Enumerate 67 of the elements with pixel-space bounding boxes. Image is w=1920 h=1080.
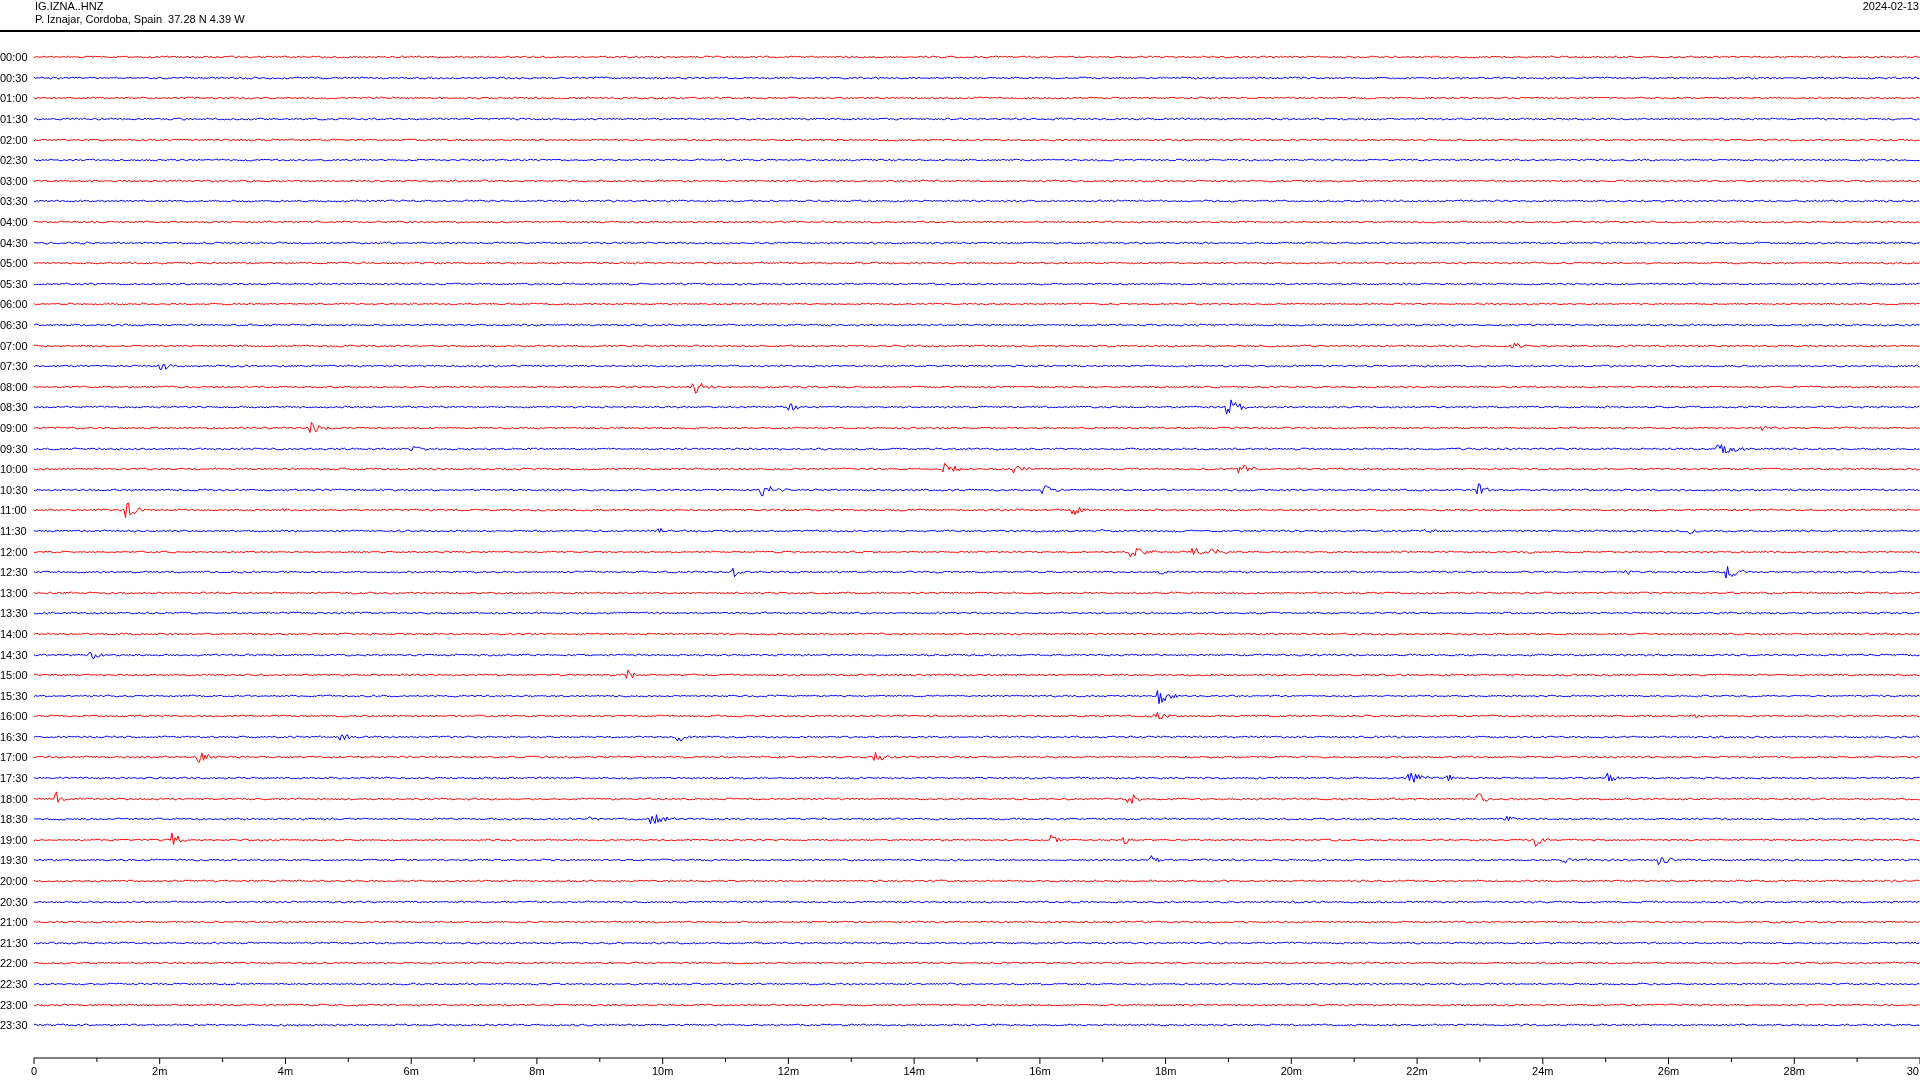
time-label: 19:30	[0, 854, 29, 867]
time-label: 02:30	[0, 154, 29, 167]
time-label: 06:00	[0, 298, 29, 311]
time-label: 00:30	[0, 71, 29, 84]
tick-label: 0	[31, 1064, 38, 1077]
time-label: 23:30	[0, 1019, 29, 1032]
time-label: 17:00	[0, 751, 29, 764]
time-label: 11:00	[0, 504, 28, 517]
time-label: 02:00	[0, 133, 29, 146]
time-label: 22:00	[0, 957, 29, 970]
time-label: 06:30	[0, 319, 29, 331]
time-label: 11:30	[0, 524, 28, 537]
time-label: 18:00	[0, 792, 29, 805]
time-label: 12:30	[0, 566, 29, 579]
time-label: 01:30	[0, 113, 29, 126]
time-label: 15:30	[0, 689, 29, 702]
time-label: 03:00	[0, 174, 29, 187]
time-label: 13:00	[0, 586, 29, 599]
time-label: 04:30	[0, 236, 29, 249]
time-label: 09:00	[0, 422, 29, 434]
station-location: P. Iznajar, Cordoba, Spain 37.28 N 4.39 W	[35, 13, 245, 26]
station-code: IG.IZNA..HNZ	[35, 0, 104, 13]
time-label: 05:30	[0, 277, 29, 290]
time-label: 10:00	[0, 463, 29, 476]
time-label: 16:30	[0, 730, 29, 743]
time-label: 08:00	[0, 380, 29, 393]
time-label: 16:00	[0, 710, 29, 723]
time-label: 12:00	[0, 545, 29, 558]
time-label: 07:30	[0, 360, 29, 373]
time-label: 03:30	[0, 195, 29, 208]
time-label: 15:00	[0, 669, 29, 682]
time-label: 23:00	[0, 998, 29, 1011]
tick-label: 18m	[1154, 1064, 1177, 1077]
tick-label: 14m	[903, 1064, 925, 1077]
tick-label: 4m	[277, 1064, 294, 1077]
time-label: 07:00	[0, 339, 29, 352]
time-label: 14:30	[0, 648, 29, 661]
time-label: 13:30	[0, 607, 29, 620]
time-label: 10:30	[0, 483, 29, 496]
time-label: 08:30	[0, 401, 29, 414]
time-label: 05:00	[0, 257, 29, 270]
tick-label: 20m	[1280, 1064, 1303, 1077]
time-label: 04:00	[0, 216, 29, 229]
tick-label: 16m	[1029, 1064, 1051, 1077]
tick-label: 12m	[777, 1064, 800, 1077]
tick-label: 2m	[152, 1064, 168, 1077]
tick-label: 24m	[1532, 1064, 1554, 1077]
tick-label: 8m	[529, 1064, 545, 1077]
tick-label: 30	[1906, 1064, 1919, 1077]
tick-label: 28m	[1783, 1064, 1805, 1077]
time-label: 20:00	[0, 875, 29, 888]
time-label: 22:30	[0, 978, 29, 990]
time-label: 21:30	[0, 936, 29, 949]
tick-label: 10m	[651, 1064, 674, 1077]
time-label: 14:00	[0, 627, 29, 640]
tick-label: 26m	[1657, 1064, 1680, 1077]
time-label: 01:00	[0, 92, 29, 105]
time-label: 17:30	[0, 772, 29, 785]
time-label: 19:00	[0, 833, 29, 846]
time-label: 21:00	[0, 916, 29, 929]
time-label: 09:30	[0, 442, 29, 455]
time-label: 20:30	[0, 895, 29, 908]
time-label: 18:30	[0, 813, 29, 826]
time-label: 00:00	[0, 51, 29, 64]
record-date: 2024-02-13	[1862, 0, 1919, 13]
tick-label: 6m	[403, 1064, 419, 1077]
tick-label: 22m	[1406, 1064, 1428, 1077]
